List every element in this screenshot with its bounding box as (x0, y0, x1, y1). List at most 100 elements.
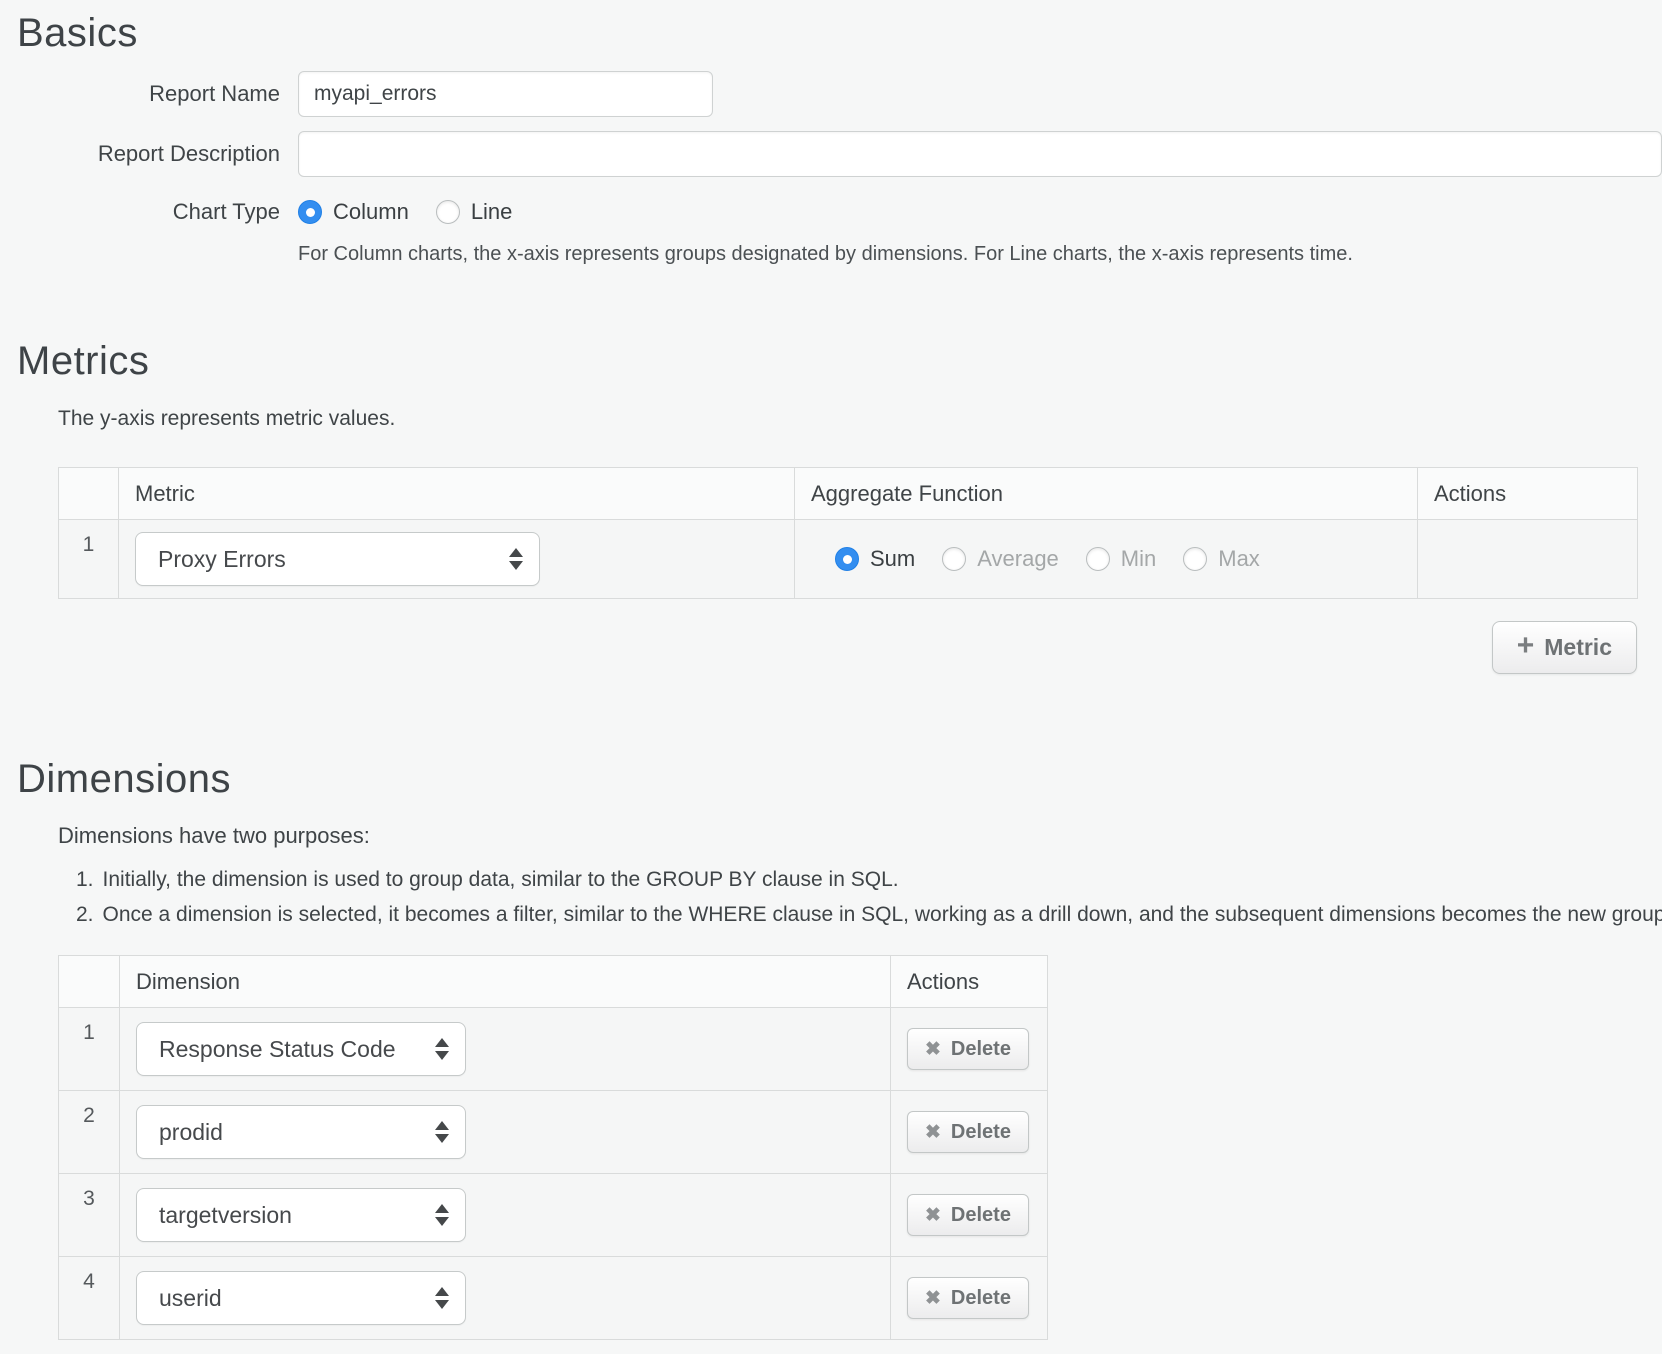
dimension-row-number: 4 (59, 1257, 120, 1340)
chart-type-label: Chart Type (0, 199, 298, 225)
dimension-row-3: 3 targetversion ✖ Delete (59, 1174, 1048, 1257)
dimensions-header-number (59, 956, 120, 1008)
delete-dimension-button-4[interactable]: ✖ Delete (907, 1277, 1029, 1319)
radio-unselected-icon[interactable] (1183, 547, 1207, 571)
add-metric-button-row: + Metric (0, 621, 1637, 674)
dimension-row-2: 2 prodid ✖ Delete (59, 1091, 1048, 1174)
report-name-row: Report Name (0, 71, 1662, 117)
dimensions-table: Dimension Actions 1 Response Status Code… (58, 955, 1048, 1340)
metrics-section-title: Metrics (17, 338, 1662, 385)
purpose-text: Initially, the dimension is used to grou… (103, 868, 899, 891)
dimension-select-value: userid (159, 1285, 222, 1312)
radio-selected-icon[interactable] (298, 200, 322, 224)
dimensions-section-title: Dimensions (17, 756, 1662, 803)
metrics-table-row: 1 Proxy Errors Sum Average (59, 520, 1638, 599)
dimension-row-number: 2 (59, 1091, 120, 1174)
dimension-actions-cell: ✖ Delete (891, 1257, 1048, 1340)
dimension-select-2[interactable]: prodid (136, 1105, 466, 1159)
chart-type-line-label[interactable]: Line (471, 199, 513, 225)
x-mark-icon: ✖ (925, 1040, 941, 1059)
dimension-actions-cell: ✖ Delete (891, 1174, 1048, 1257)
report-description-input[interactable] (298, 131, 1662, 177)
delete-dimension-button-3[interactable]: ✖ Delete (907, 1194, 1029, 1236)
dimensions-header-dimension: Dimension (120, 956, 891, 1008)
radio-selected-icon[interactable] (835, 547, 859, 571)
dimensions-table-header-row: Dimension Actions (59, 956, 1048, 1008)
purpose-number: 2. (76, 903, 94, 926)
dimension-row-4: 4 userid ✖ Delete (59, 1257, 1048, 1340)
x-mark-icon: ✖ (925, 1123, 941, 1142)
delete-button-label: Delete (951, 1121, 1011, 1144)
up-down-arrows-icon (435, 1287, 449, 1309)
purpose-number: 1. (76, 868, 94, 891)
aggregate-option-max[interactable]: Max (1183, 546, 1260, 572)
delete-button-label: Delete (951, 1038, 1011, 1061)
aggregate-sum-label[interactable]: Sum (870, 546, 915, 572)
metrics-header-metric: Metric (119, 468, 795, 520)
basics-form: Report Name Report Description Chart Typ… (0, 71, 1662, 266)
up-down-arrows-icon (435, 1121, 449, 1143)
dimension-row-number: 1 (59, 1008, 120, 1091)
purpose-item-2: 2. Once a dimension is selected, it becom… (76, 897, 1662, 932)
purpose-text: Once a dimension is selected, it becomes… (103, 903, 1662, 926)
radio-unselected-icon[interactable] (1086, 547, 1110, 571)
dimension-select-cell: targetversion (120, 1174, 891, 1257)
metrics-table: Metric Aggregate Function Actions 1 Prox… (58, 467, 1638, 599)
plus-icon: + (1517, 631, 1535, 661)
metrics-subtitle: The y-axis represents metric values. (58, 407, 1662, 431)
metric-select-cell: Proxy Errors (119, 520, 795, 599)
delete-button-label: Delete (951, 1287, 1011, 1310)
report-description-label: Report Description (0, 141, 298, 167)
dimension-select-cell: userid (120, 1257, 891, 1340)
dimension-select-value: prodid (159, 1119, 223, 1146)
metrics-header-number (59, 468, 119, 520)
dimension-select-3[interactable]: targetversion (136, 1188, 466, 1242)
metric-select[interactable]: Proxy Errors (135, 532, 540, 586)
dimension-select-cell: prodid (120, 1091, 891, 1174)
dimension-select-cell: Response Status Code (120, 1008, 891, 1091)
chart-type-option-line[interactable]: Line (436, 199, 513, 225)
metric-select-value: Proxy Errors (158, 546, 286, 573)
aggregate-cell: Sum Average Min Max (795, 520, 1418, 599)
aggregate-option-sum[interactable]: Sum (835, 546, 915, 572)
radio-unselected-icon[interactable] (436, 200, 460, 224)
report-description-row: Report Description (0, 131, 1662, 177)
aggregate-max-label[interactable]: Max (1218, 546, 1260, 572)
x-mark-icon: ✖ (925, 1289, 941, 1308)
report-name-input[interactable] (298, 71, 713, 117)
dimension-actions-cell: ✖ Delete (891, 1008, 1048, 1091)
add-metric-button[interactable]: + Metric (1492, 621, 1637, 674)
chart-type-option-column[interactable]: Column (298, 199, 409, 225)
metric-row-number: 1 (59, 520, 119, 599)
delete-button-label: Delete (951, 1204, 1011, 1227)
chart-type-help-text: For Column charts, the x-axis represents… (298, 243, 1662, 266)
aggregate-average-label[interactable]: Average (977, 546, 1059, 572)
add-metric-button-label: Metric (1544, 634, 1612, 661)
metrics-header-actions: Actions (1418, 468, 1638, 520)
dimension-select-1[interactable]: Response Status Code (136, 1022, 466, 1076)
radio-unselected-icon[interactable] (942, 547, 966, 571)
up-down-arrows-icon (509, 548, 523, 570)
dimension-select-4[interactable]: userid (136, 1271, 466, 1325)
aggregate-option-min[interactable]: Min (1086, 546, 1156, 572)
x-mark-icon: ✖ (925, 1206, 941, 1225)
purpose-item-1: 1. Initially, the dimension is used to gr… (76, 862, 1662, 897)
metrics-header-aggregate: Aggregate Function (795, 468, 1418, 520)
up-down-arrows-icon (435, 1038, 449, 1060)
dimensions-purpose-list: 1. Initially, the dimension is used to gr… (76, 862, 1662, 932)
dimensions-intro: Dimensions have two purposes: (58, 823, 1662, 849)
report-name-label: Report Name (0, 81, 298, 107)
basics-section-title: Basics (17, 10, 1662, 57)
aggregate-option-average[interactable]: Average (942, 546, 1059, 572)
aggregate-radio-group: Sum Average Min Max (811, 546, 1401, 572)
delete-dimension-button-2[interactable]: ✖ Delete (907, 1111, 1029, 1153)
up-down-arrows-icon (435, 1204, 449, 1226)
dimension-select-value: targetversion (159, 1202, 292, 1229)
aggregate-min-label[interactable]: Min (1121, 546, 1156, 572)
metrics-table-header-row: Metric Aggregate Function Actions (59, 468, 1638, 520)
metric-actions-cell (1418, 520, 1638, 599)
dimension-select-value: Response Status Code (159, 1036, 396, 1063)
dimension-actions-cell: ✖ Delete (891, 1091, 1048, 1174)
delete-dimension-button-1[interactable]: ✖ Delete (907, 1028, 1029, 1070)
chart-type-column-label[interactable]: Column (333, 199, 409, 225)
